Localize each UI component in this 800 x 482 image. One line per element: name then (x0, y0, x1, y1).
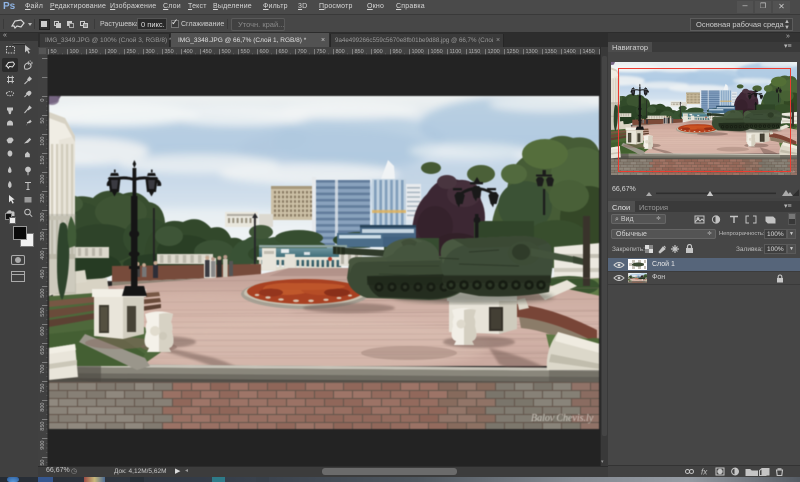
svg-text:fx: fx (701, 468, 708, 477)
svg-text:400: 400 (184, 49, 193, 55)
svg-text:550: 550 (241, 49, 250, 55)
svg-text:450: 450 (203, 49, 212, 55)
svg-text:50: 50 (51, 49, 57, 55)
svg-text:1050: 1050 (431, 49, 443, 55)
svg-text:850: 850 (355, 49, 364, 55)
svg-text:100: 100 (70, 49, 79, 55)
svg-text:800: 800 (336, 49, 345, 55)
svg-text:200: 200 (108, 49, 117, 55)
svg-text:650: 650 (40, 346, 46, 355)
svg-text:100: 100 (40, 137, 46, 146)
svg-text:750: 750 (40, 384, 46, 393)
svg-text:1350: 1350 (545, 49, 557, 55)
svg-text:500: 500 (40, 289, 46, 298)
svg-text:750: 750 (317, 49, 326, 55)
svg-text:950: 950 (393, 49, 402, 55)
svg-text:1250: 1250 (507, 49, 519, 55)
svg-text:1200: 1200 (488, 49, 500, 55)
svg-text:50: 50 (40, 118, 46, 124)
svg-text:900: 900 (374, 49, 383, 55)
svg-text:700: 700 (40, 365, 46, 374)
svg-text:450: 450 (40, 270, 46, 279)
svg-text:200: 200 (40, 175, 46, 184)
svg-text:350: 350 (165, 49, 174, 55)
svg-text:400: 400 (40, 251, 46, 260)
svg-text:1000: 1000 (412, 49, 424, 55)
svg-text:300: 300 (146, 49, 155, 55)
svg-text:1450: 1450 (583, 49, 595, 55)
svg-text:250: 250 (127, 49, 136, 55)
svg-text:700: 700 (298, 49, 307, 55)
svg-text:150: 150 (89, 49, 98, 55)
svg-text:0: 0 (40, 99, 46, 102)
svg-text:650: 650 (279, 49, 288, 55)
svg-text:1400: 1400 (564, 49, 576, 55)
svg-text:150: 150 (40, 156, 46, 165)
svg-text:1150: 1150 (469, 49, 481, 55)
svg-text:250: 250 (40, 194, 46, 203)
svg-text:350: 350 (40, 232, 46, 241)
svg-text:1100: 1100 (450, 49, 462, 55)
svg-text:1300: 1300 (526, 49, 538, 55)
svg-text:600: 600 (260, 49, 269, 55)
svg-text:850: 850 (40, 422, 46, 431)
svg-text:550: 550 (40, 308, 46, 317)
svg-text:600: 600 (40, 327, 46, 336)
svg-text:800: 800 (40, 403, 46, 412)
svg-text:500: 500 (222, 49, 231, 55)
svg-text:300: 300 (40, 213, 46, 222)
svg-text:900: 900 (40, 441, 46, 450)
